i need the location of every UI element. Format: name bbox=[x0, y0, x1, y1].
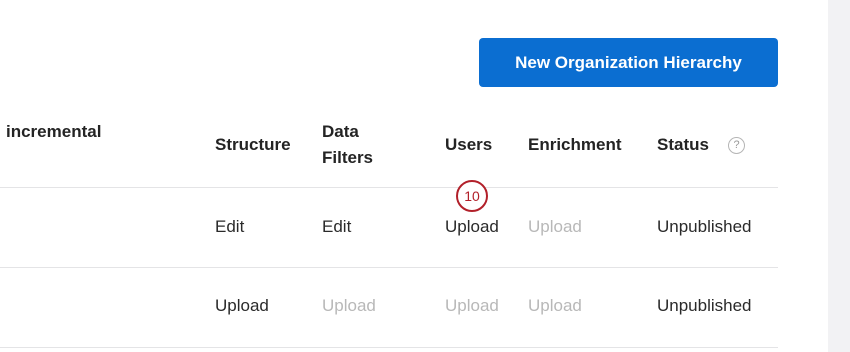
row-divider bbox=[0, 267, 778, 268]
column-header-data-filters-line2: Filters bbox=[322, 148, 374, 167]
row-2-data-filters-upload-disabled: Upload bbox=[322, 296, 376, 315]
column-header-status: Status bbox=[657, 135, 709, 154]
column-header-structure: Structure bbox=[215, 135, 291, 154]
header-divider bbox=[0, 187, 778, 188]
row-1-structure-edit-link[interactable]: Edit bbox=[215, 216, 244, 238]
row-2-enrichment-upload-disabled: Upload bbox=[528, 296, 582, 315]
row-1-users-upload-link[interactable]: Upload bbox=[445, 216, 499, 238]
row-2-users-upload-disabled: Upload bbox=[445, 296, 499, 315]
step-callout-badge: 10 bbox=[456, 180, 488, 212]
column-header-enrichment: Enrichment bbox=[528, 135, 622, 154]
row-1-data-filters-edit-link[interactable]: Edit bbox=[322, 216, 351, 238]
column-header-data-filters: Data Filters bbox=[322, 119, 402, 171]
column-header-users: Users bbox=[445, 135, 493, 154]
row-1-status-text: Unpublished bbox=[657, 217, 752, 236]
row-2-status-text: Unpublished bbox=[657, 296, 752, 315]
new-organization-hierarchy-button[interactable]: New Organization Hierarchy bbox=[479, 38, 778, 87]
row-divider bbox=[0, 347, 778, 348]
column-header-data-filters-line1: Data bbox=[322, 122, 359, 141]
column-header-name: incremental bbox=[6, 122, 102, 141]
row-2-structure-upload-link[interactable]: Upload bbox=[215, 295, 269, 317]
row-1-enrichment-upload-disabled: Upload bbox=[528, 217, 582, 236]
status-help-icon[interactable]: ? bbox=[728, 137, 745, 154]
side-panel bbox=[828, 0, 850, 352]
